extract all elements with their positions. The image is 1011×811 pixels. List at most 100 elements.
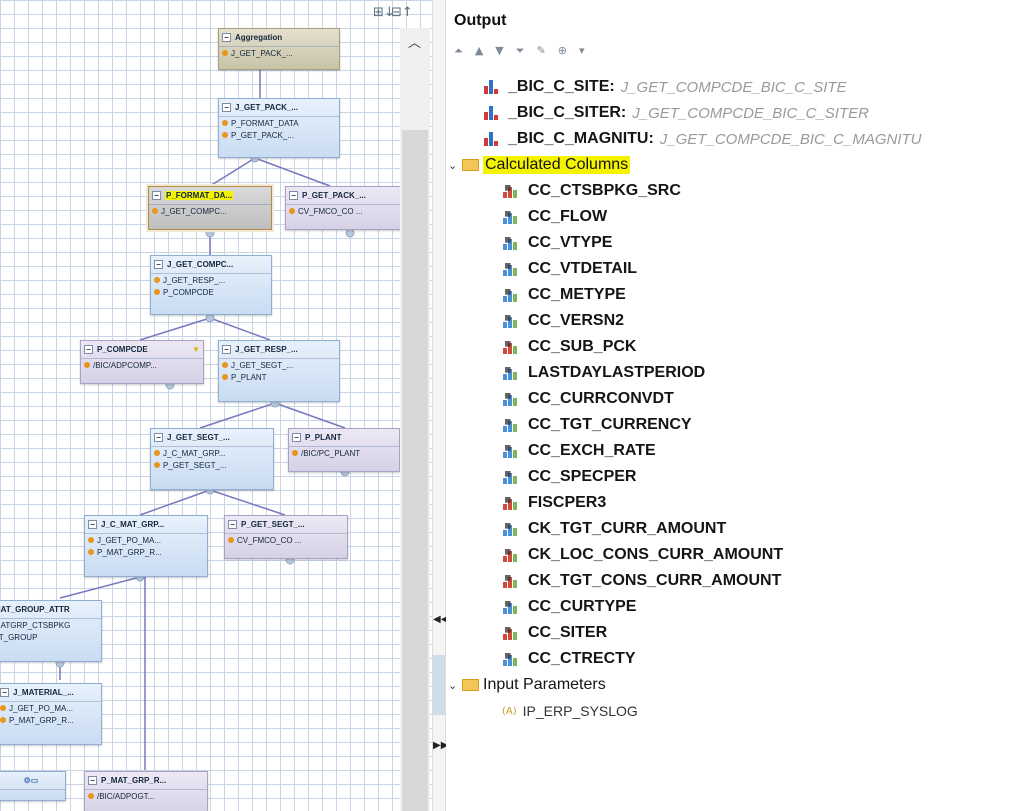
calculated-column-row[interactable]: ▦ CC_SPECPER (502, 464, 636, 490)
node-join-material[interactable]: − J_MATERIAL_... J_GET_PO_MA... P_MAT_GRP… (0, 683, 102, 745)
calculated-column-row[interactable]: ▦ CC_CTRECTY (502, 646, 636, 672)
input-icon (154, 450, 160, 456)
calculated-column-row[interactable]: ▦ CC_CURTYPE (502, 594, 636, 620)
node-projection-plant[interactable]: − P_PLANT /BIC/PC_PLANT (288, 428, 400, 472)
attribute-name: _BIC_C_SITER: (508, 104, 627, 121)
node-title: J_GET_COMPC... (167, 260, 234, 269)
calculated-measure-icon: ▦ (502, 599, 520, 615)
calculated-measure-icon: ▦ (502, 209, 520, 225)
calculated-measure-icon: ▦ (502, 391, 520, 407)
calculated-column-name: CC_VERSN2 (528, 312, 625, 329)
calculated-column-row[interactable]: ▦ CC_VTDETAIL (502, 256, 637, 282)
node-projection-get-pack[interactable]: − P_GET_PACK_... CV_FMCO_CO ... (285, 186, 403, 230)
calculated-column-row[interactable]: ▦ CK_TGT_CONS_CURR_AMOUNT (502, 568, 781, 594)
node-mat-group-attr[interactable]: MAT_GROUP_ATTR MATGRP_CTSBPKG AT_GROUP (0, 600, 102, 662)
calculated-column-row[interactable]: ▦ CC_METYPE (502, 282, 626, 308)
node-input: P_GET_SEGT_... (163, 460, 227, 470)
node-title: P_GET_PACK_... (302, 191, 366, 200)
more-menu-icon[interactable]: ▾ (579, 44, 585, 58)
node-title: P_MAT_GRP_R... (101, 776, 167, 785)
node-input: P_MAT_GRP_R... (97, 547, 162, 557)
splitter-handle[interactable] (433, 655, 445, 715)
calculated-measure-icon: ▦ (502, 313, 520, 329)
node-projection-get-segt[interactable]: − P_GET_SEGT_... CV_FMCO_CO ... (224, 515, 348, 559)
collapse-node-icon[interactable]: − (222, 345, 231, 354)
node-input: P_GET_PACK_... (231, 130, 294, 140)
folder-icon (462, 159, 479, 171)
calculated-column-row[interactable]: ▦ CK_TGT_CURR_AMOUNT (502, 516, 726, 542)
node-input: /BIC/ADPCOMP... (93, 360, 157, 370)
output-attribute-row[interactable]: _BIC_C_MAGNITU: J_GET_COMPCDE_BIC_C_MAGNI… (482, 126, 922, 152)
output-toolbar: ⏶ ▲ ▼ ⏷ ✎ ⊕ ▾ (454, 44, 585, 58)
node-input: P_FORMAT_DATA (231, 118, 299, 128)
canvas-scrollbar-thumb[interactable] (402, 130, 428, 811)
node-join-c-mat-grp[interactable]: − J_C_MAT_GRP... J_GET_PO_MA... P_MAT_GRP… (84, 515, 208, 577)
calculated-column-row[interactable]: ▦ CC_VERSN2 (502, 308, 624, 334)
calculated-column-row[interactable]: ▦ LASTDAYLASTPERIOD (502, 360, 705, 386)
collapse-node-icon[interactable]: − (222, 33, 231, 42)
node-projection-format-data[interactable]: − P_FORMAT_DA... J_GET_COMPC... (148, 186, 272, 230)
scroll-up-icon[interactable]: ︿ (408, 32, 421, 51)
collapse-node-icon[interactable]: − (84, 345, 93, 354)
calculated-column-row[interactable]: ▦ CC_FLOW (502, 204, 607, 230)
calculated-measure-icon: ▦ (502, 235, 520, 251)
node-projection-compcde[interactable]: − P_COMPCDE ▼ /BIC/ADPCOMP... (80, 340, 204, 384)
calculated-column-row[interactable]: ▦ CC_CURRCONVDT (502, 386, 674, 412)
move-bottom-icon[interactable]: ⏷ (516, 44, 525, 58)
calculated-column-row[interactable]: ▦ CC_VTYPE (502, 230, 612, 256)
expand-toggle-icon[interactable]: ⌄ (448, 159, 462, 172)
input-icon (88, 549, 94, 555)
input-icon (152, 208, 158, 214)
collapse-node-icon[interactable]: − (154, 433, 163, 442)
collapse-node-icon[interactable]: − (292, 433, 301, 442)
move-top-icon[interactable]: ⏶ (454, 44, 463, 58)
output-attribute-row[interactable]: _BIC_C_SITE: J_GET_COMPCDE_BIC_C_SITE (482, 74, 847, 100)
node-input: AT_GROUP (0, 632, 38, 642)
calculated-measure-icon: ▦ (502, 443, 520, 459)
calculated-column-row[interactable]: ▦ CC_TGT_CURRENCY (502, 412, 692, 438)
node-title: P_FORMAT_DA... (165, 191, 234, 200)
collapse-node-icon[interactable]: − (88, 776, 97, 785)
move-up-icon[interactable]: ▲ (475, 44, 483, 58)
output-panel: Output ⏶ ▲ ▼ ⏷ ✎ ⊕ ▾ _BIC_C_SITE: J_GET_C… (446, 0, 1011, 811)
add-icon[interactable]: ⊕ (558, 44, 567, 58)
node-projection-mat-grp-r[interactable]: − P_MAT_GRP_R... /BIC/ADPOGT... (84, 771, 208, 811)
calculated-column-row[interactable]: ▦ FISCPER3 (502, 490, 606, 516)
calculated-column-row[interactable]: ▦ CC_EXCH_RATE (502, 438, 656, 464)
node-aggregation[interactable]: − Aggregation J_GET_PACK_... (218, 28, 340, 70)
calculated-column-row[interactable]: ▦ CC_SITER (502, 620, 607, 646)
node-title: J_GET_SEGT_... (167, 433, 230, 442)
node-title: J_GET_RESP_... (235, 345, 298, 354)
calculated-column-row[interactable]: ▦ CC_CTSBPKG_SRC (502, 178, 681, 204)
node-join-get-compc[interactable]: − J_GET_COMPC... J_GET_RESP_... P_COMPCDE (150, 255, 272, 315)
input-parameters-group[interactable]: ⌄ Input Parameters (448, 672, 606, 698)
node-input: J_C_MAT_GRP... (163, 448, 226, 458)
calculated-columns-group[interactable]: ⌄ Calculated Columns (448, 152, 631, 178)
node-join-get-pack[interactable]: − J_GET_PACK_... P_FORMAT_DATA P_GET_PACK… (218, 98, 340, 158)
collapse-node-icon[interactable]: − (0, 688, 9, 697)
input-icon (154, 462, 160, 468)
output-title: Output (454, 12, 507, 29)
node-data-source[interactable]: ⚙▭ (0, 771, 66, 801)
calculated-column-name: FISCPER3 (528, 494, 607, 511)
output-attribute-row[interactable]: _BIC_C_SITER: J_GET_COMPCDE_BIC_C_SITER (482, 100, 869, 126)
collapse-node-icon[interactable]: − (88, 520, 97, 529)
calculated-column-row[interactable]: ▦ CK_LOC_CONS_CURR_AMOUNT (502, 542, 783, 568)
node-join-get-resp[interactable]: − J_GET_RESP_... J_GET_SEGT_... P_PLANT (218, 340, 340, 402)
collapse-node-icon[interactable]: − (228, 520, 237, 529)
expand-toggle-icon[interactable]: ⌄ (448, 679, 462, 692)
calculated-measure-icon: ▦ (502, 287, 520, 303)
node-title: J_C_MAT_GRP... (101, 520, 165, 529)
calculated-column-row[interactable]: ▦ CC_SUB_PCK (502, 334, 636, 360)
collapse-node-icon[interactable]: − (222, 103, 231, 112)
edit-icon[interactable]: ✎ (537, 44, 546, 58)
calculated-column-name: CC_VTYPE (528, 234, 613, 251)
move-down-icon[interactable]: ▼ (495, 44, 503, 58)
collapse-node-icon[interactable]: − (289, 191, 298, 200)
collapse-all-icon[interactable]: ⊟↑ (391, 5, 413, 20)
collapse-node-icon[interactable]: − (152, 191, 161, 200)
scenario-canvas[interactable]: ⊞↓ ⊟↑ − Aggregation J_GET_PACK_... − J_GET… (0, 0, 432, 811)
collapse-node-icon[interactable]: − (154, 260, 163, 269)
input-parameter-row[interactable]: (A) IP_ERP_SYSLOG (502, 698, 638, 724)
node-join-get-segt[interactable]: − J_GET_SEGT_... J_C_MAT_GRP... P_GET_SEG… (150, 428, 274, 490)
